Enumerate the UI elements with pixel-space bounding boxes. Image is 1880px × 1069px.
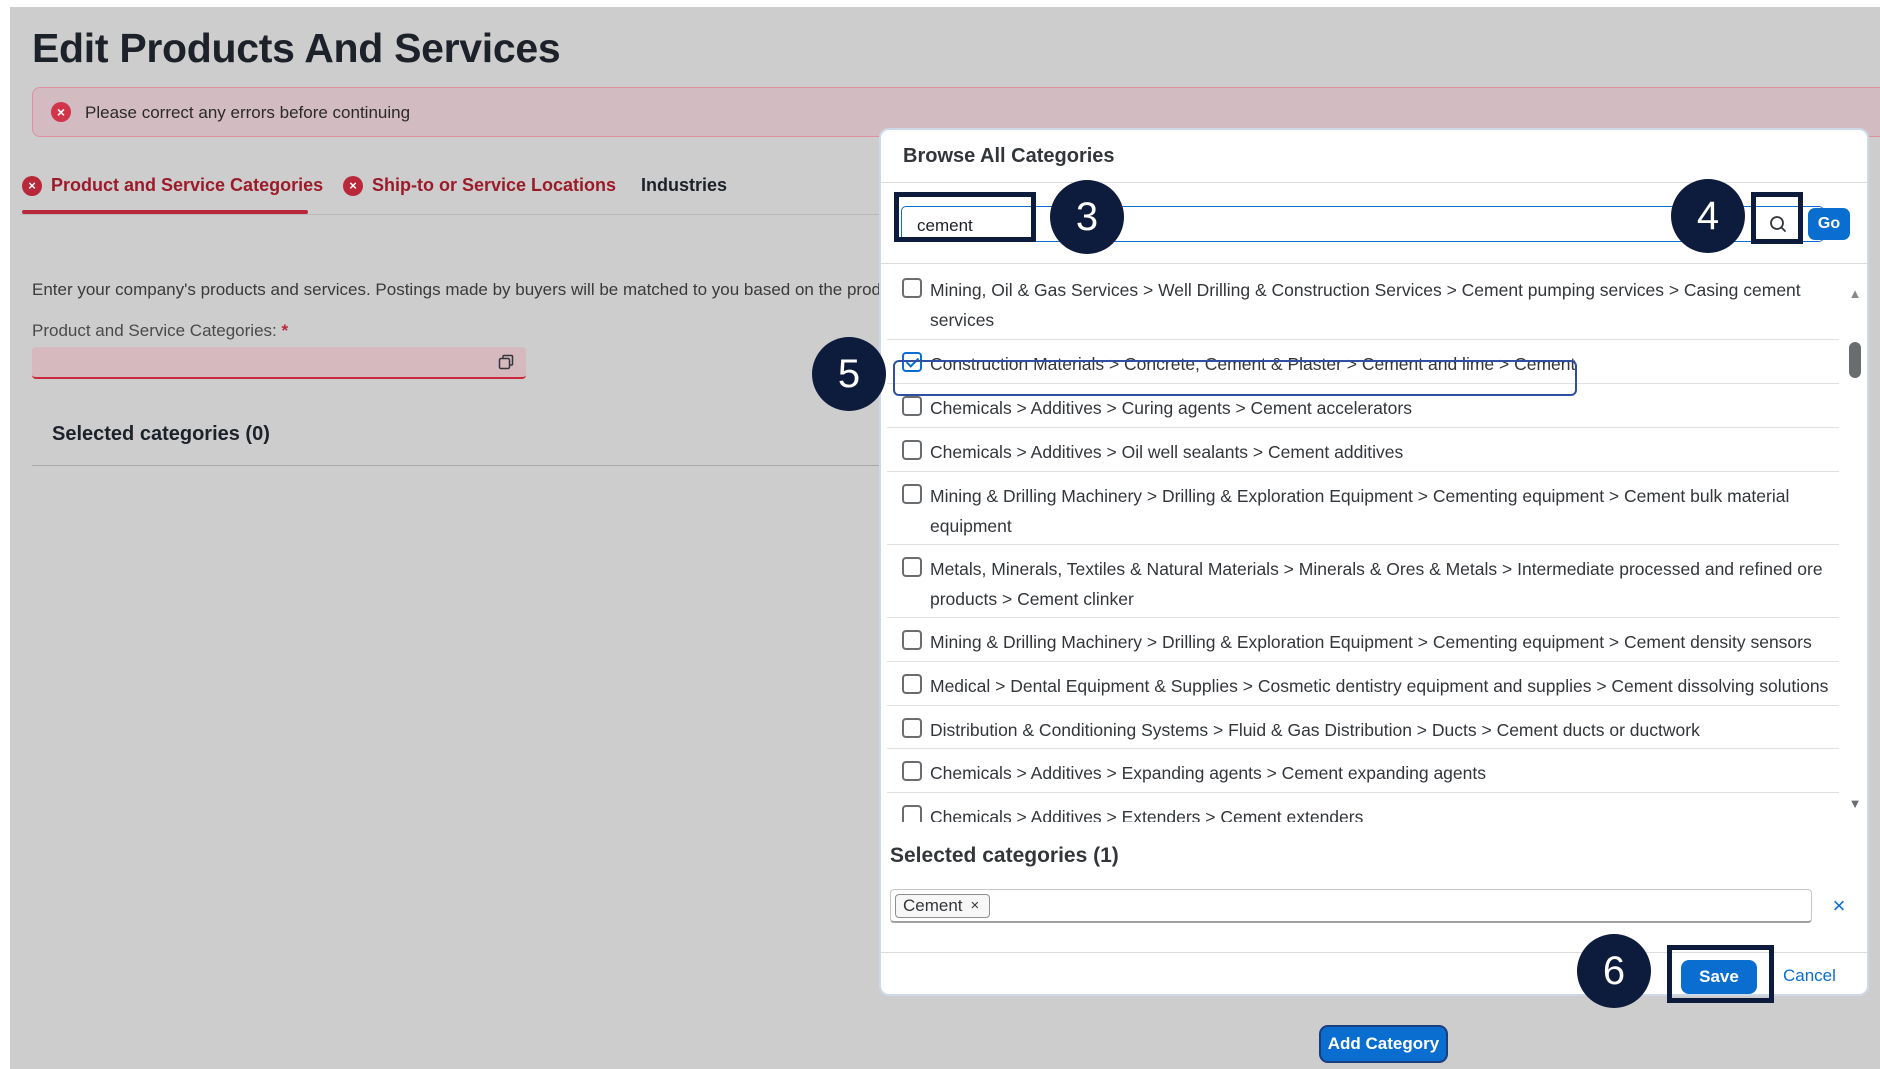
divider [881, 263, 1867, 264]
category-input[interactable] [32, 347, 526, 379]
result-label: Metals, Minerals, Textiles & Natural Mat… [930, 559, 1823, 609]
divider [32, 465, 902, 466]
error-icon: × [343, 175, 363, 196]
highlight-box-search-button [1751, 192, 1803, 244]
results-list[interactable]: Mining, Oil & Gas Services > Well Drilli… [881, 266, 1843, 822]
result-label: Mining & Drilling Machinery > Drilling &… [930, 486, 1790, 536]
result-label: Chemicals > Additives > Extenders > Ceme… [930, 807, 1364, 822]
highlight-box-search-input [894, 192, 1036, 242]
result-label: Mining, Oil & Gas Services > Well Drilli… [930, 280, 1801, 330]
step-6-callout: 6 [1577, 934, 1651, 1008]
checkbox[interactable] [902, 761, 922, 781]
required-marker: * [281, 321, 289, 340]
result-row[interactable]: Chemicals > Additives > Expanding agents… [887, 749, 1839, 793]
page-title: Edit Products And Services [32, 25, 561, 71]
selected-categories-heading: Selected categories (1) [890, 844, 1119, 867]
checkbox[interactable] [902, 674, 922, 694]
add-category-button[interactable]: Add Category [1321, 1027, 1446, 1061]
tab-label: Industries [641, 175, 728, 195]
step-4-callout: 4 [1671, 179, 1745, 253]
tab-label: Ship-to or Service Locations [372, 175, 617, 195]
tab-industries[interactable]: Industries [641, 175, 727, 196]
result-label: Medical > Dental Equipment & Supplies > … [930, 676, 1829, 696]
clear-all-icon[interactable]: × [1827, 892, 1851, 920]
checkbox[interactable] [902, 278, 922, 298]
result-row[interactable]: Medical > Dental Equipment & Supplies > … [887, 662, 1839, 706]
intro-text: Enter your company's products and servic… [32, 280, 881, 299]
checkbox[interactable] [902, 484, 922, 504]
tab-product-service-categories[interactable]: × Product and Service Categories [22, 175, 323, 196]
error-message: Please correct any errors before continu… [85, 103, 411, 122]
cancel-button[interactable]: Cancel [1783, 966, 1836, 986]
checkbox[interactable] [902, 557, 922, 577]
tab-label: Product and Service Categories [51, 175, 324, 195]
field-label: Product and Service Categories: * [32, 321, 288, 341]
result-row[interactable]: Mining & Drilling Machinery > Drilling &… [887, 472, 1839, 545]
focused-row-outline [893, 360, 1577, 396]
selected-categories-heading: Selected categories (0) [52, 423, 270, 445]
checkbox[interactable] [902, 396, 922, 416]
tabs-divider [20, 214, 900, 215]
result-label: Chemicals > Additives > Expanding agents… [930, 763, 1486, 783]
result-row[interactable]: Mining, Oil & Gas Services > Well Drilli… [887, 266, 1839, 340]
token-label: Cement [903, 896, 963, 915]
dialog-title: Browse All Categories [903, 145, 1115, 167]
scroll-down-arrow-icon[interactable]: ▼ [1843, 796, 1867, 812]
scroll-up-arrow-icon[interactable]: ▲ [1843, 286, 1867, 302]
result-label: Chemicals > Additives > Oil well sealant… [930, 442, 1404, 462]
result-row[interactable]: Mining & Drilling Machinery > Drilling &… [887, 618, 1839, 662]
checkbox[interactable] [902, 718, 922, 738]
result-row[interactable]: Chemicals > Additives > Extenders > Ceme… [887, 793, 1839, 822]
error-icon: × [22, 175, 42, 196]
remove-token-icon[interactable]: × [971, 895, 980, 917]
checkbox[interactable] [902, 630, 922, 650]
result-label: Mining & Drilling Machinery > Drilling &… [930, 632, 1812, 652]
scrollbar-thumb[interactable] [1849, 342, 1861, 378]
step-3-callout: 3 [1050, 180, 1124, 254]
x-circle-icon: × [51, 102, 71, 122]
result-row[interactable]: Distribution & Conditioning Systems > Fl… [887, 706, 1839, 749]
browse-categories-dialog: Browse All Categories cement Go Mining, … [879, 128, 1869, 996]
checkbox[interactable] [902, 440, 922, 460]
result-row[interactable]: Metals, Minerals, Textiles & Natural Mat… [887, 545, 1839, 618]
checkbox[interactable] [902, 805, 922, 822]
field-label-text: Product and Service Categories: [32, 321, 277, 340]
highlight-box-save-button [1667, 945, 1774, 1003]
result-label: Distribution & Conditioning Systems > Fl… [930, 720, 1700, 740]
selected-categories-field[interactable]: Cement × [890, 889, 1812, 923]
result-row[interactable]: Chemicals > Additives > Oil well sealant… [887, 428, 1839, 472]
copy-icon[interactable] [498, 354, 514, 370]
tab-ship-to-locations[interactable]: × Ship-to or Service Locations [343, 175, 616, 196]
go-button[interactable]: Go [1808, 208, 1850, 240]
category-token[interactable]: Cement × [895, 894, 991, 918]
result-label: Chemicals > Additives > Curing agents > … [930, 398, 1412, 418]
step-5-callout: 5 [812, 337, 886, 411]
